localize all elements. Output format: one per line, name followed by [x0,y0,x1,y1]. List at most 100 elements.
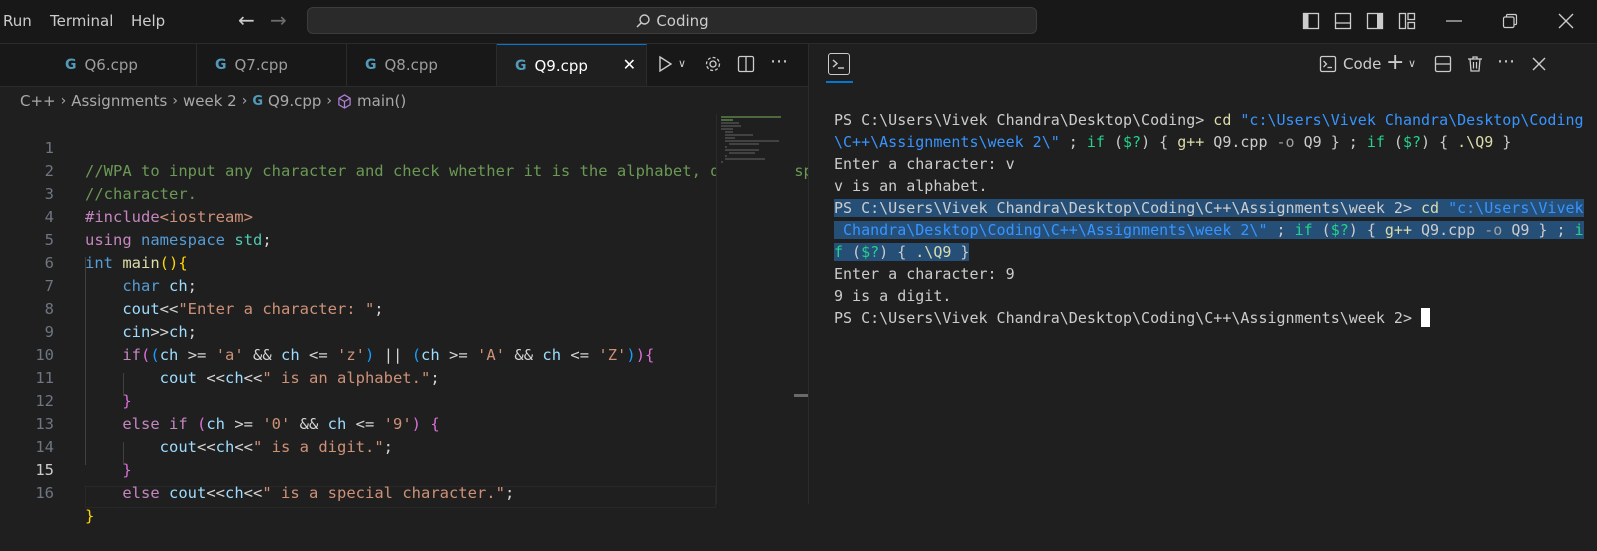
breadcrumb-item[interactable]: C++ [20,92,56,110]
code-line: 6 char ch; [0,229,716,295]
code-text: } [85,507,95,525]
new-terminal-plus-icon[interactable]: + [1386,50,1404,75]
minimap-line [721,119,733,121]
cpp-file-icon: G [65,57,77,73]
breadcrumb-item[interactable]: week 2 [183,92,237,110]
menu-terminal[interactable]: Terminal [50,12,113,30]
code-line: 14 } [0,413,716,479]
settings-gear-icon[interactable] [704,55,722,73]
code-line: 7 cout<<"Enter a character: "; [0,252,716,318]
run-dropdown-chevron-icon[interactable]: ∨ [678,57,686,70]
minimap-line [725,149,759,151]
code-line: 12 else if (ch >= '0' && ch <= '9') { [0,367,716,433]
code-line: 11 } [0,344,716,410]
code-text: else cout<<ch<<" is a special character.… [122,484,515,502]
breadcrumb-item[interactable]: main() [357,92,406,110]
minimap-line [721,161,723,163]
menu-help[interactable]: Help [131,12,165,30]
menu-run[interactable]: Run [3,12,32,30]
terminal-line: f ($?) { .\Q9 } [834,243,970,261]
active-tab-indicator [826,81,853,83]
tab-label: Q8.cpp [384,56,438,74]
terminal-profile-label: Code [1343,55,1382,73]
breadcrumb: C++ › Assignments › week 2 › G Q9.cpp › … [20,92,406,110]
minimize-icon[interactable] [1446,20,1462,22]
minimap[interactable] [716,114,795,504]
breadcrumb-chevron-icon: › [326,93,333,109]
minimap-line [725,137,735,139]
breadcrumb-chevron-icon: › [172,93,178,109]
code-line: 13 cout<<ch<<" is a digit."; [0,390,716,456]
tab-label: Q7.cpp [234,56,288,74]
terminal-line: Enter a character: 9 [834,265,1015,283]
minimap-line [729,152,755,154]
more-actions-icon[interactable]: ⋯ [770,51,788,72]
code-line: 4 using namespace std; [0,183,716,249]
back-arrow-icon[interactable]: ← [238,8,255,32]
run-code-icon[interactable] [657,55,673,73]
terminal-cursor [1421,308,1430,327]
forward-arrow-icon[interactable]: → [270,8,287,32]
customize-layout-icon[interactable] [1398,12,1416,30]
code-line: 9 if((ch >= 'a' && ch <= 'z') || (ch >= … [0,298,716,364]
close-tab-icon[interactable]: ✕ [623,55,636,74]
minimap-line [721,128,733,130]
cpp-file-icon: G [215,57,227,73]
search-text: Coding [656,11,709,30]
breadcrumb-item[interactable]: Q9.cpp [268,92,321,110]
title-bar: Run Terminal Help ← → Coding [0,0,1597,44]
restore-icon[interactable] [1502,13,1518,29]
terminal-profile-button[interactable]: Code [1319,55,1381,73]
scrollbar-thumb[interactable] [794,394,808,397]
terminal-dropdown-chevron-icon[interactable]: ∨ [1408,57,1416,70]
tab-q9[interactable]: G Q9.cpp ✕ [497,44,647,86]
code-line: 8 cin>>ch; [0,275,716,341]
search-icon [636,13,651,28]
terminal-output[interactable]: PS C:\Users\Vivek Chandra\Desktop\Coding… [834,109,1589,329]
code-line: 1 //WPA to input any character and check… [0,114,860,180]
terminal-line: PS C:\Users\Vivek Chandra\Desktop\Coding… [834,111,1584,129]
terminal-line: Enter a character: v [834,155,1015,173]
tab-q7[interactable]: G Q7.cpp [197,44,347,86]
minimap-line [725,134,753,136]
code-editor[interactable]: 1 //WPA to input any character and check… [0,114,860,525]
toggle-secondary-sidebar-icon[interactable] [1366,12,1384,30]
breadcrumb-chevron-icon: › [241,93,248,109]
editor-group: G Q6.cpp G Q7.cpp G Q8.cpp G Q9.cpp ✕ ∨ … [0,44,860,525]
minimap-line [721,122,739,124]
minimap-line [721,116,781,118]
minimap-line [725,140,779,142]
more-actions-icon[interactable]: ⋯ [1497,51,1515,72]
command-center-search[interactable]: Coding [307,7,1037,34]
split-editor-icon[interactable] [737,55,755,73]
breadcrumb-item[interactable]: Assignments [71,92,167,110]
terminal-line: PS C:\Users\Vivek Chandra\Desktop\Coding… [834,199,1584,217]
minimap-line [725,158,765,160]
terminal-line: \C++\Assignments\week 2\" ; if ($?) { g+… [834,133,1512,151]
minimap-line [721,125,741,127]
method-cube-icon [338,93,351,109]
toggle-panel-icon[interactable] [1334,12,1352,30]
code-line: 5 int main(){ [0,206,716,272]
terminal-line: v is an alphabet. [834,177,988,195]
code-line: 16 } [0,459,716,525]
close-terminal-icon[interactable] [1532,57,1546,71]
close-window-icon[interactable] [1558,13,1574,29]
trash-icon[interactable] [1466,55,1484,73]
tab-q8[interactable]: G Q8.cpp [347,44,497,86]
minimap-line [725,155,727,157]
tab-q6[interactable]: G Q6.cpp [47,44,197,86]
cpp-file-icon: G [515,57,527,74]
terminal-line: PS C:\Users\Vivek Chandra\Desktop\Coding… [834,307,1589,329]
editor-vertical-scrollbar[interactable] [794,114,808,504]
toggle-primary-sidebar-icon[interactable] [1302,12,1320,30]
split-terminal-icon[interactable] [1434,55,1452,73]
editor-tabs: G Q6.cpp G Q7.cpp G Q8.cpp G Q9.cpp ✕ ∨ … [0,44,809,87]
line-number: 16 [35,484,54,502]
terminal-line: 9 is a digit. [834,287,952,305]
cpp-file-icon: G [365,57,377,73]
breadcrumb-chevron-icon: › [60,93,67,109]
terminal-icon [1319,55,1337,73]
terminal-tab-icon[interactable] [828,53,850,75]
code-line: 2 //character. [0,137,716,203]
